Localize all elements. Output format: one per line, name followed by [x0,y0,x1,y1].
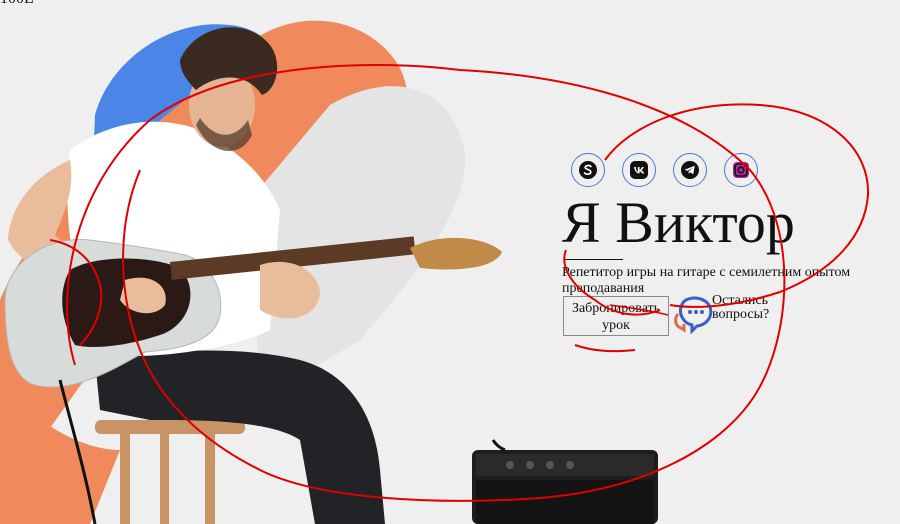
skype-icon [579,161,597,179]
stool [95,420,245,524]
title-divider [565,259,623,260]
telegram-icon [681,161,699,179]
skype-link[interactable] [571,153,605,187]
hero-title: Я Виктор [562,190,795,255]
hero-illustration [0,20,658,524]
instagram-link[interactable] [724,153,758,187]
instagram-icon [733,162,749,178]
telegram-link[interactable] [673,153,707,187]
jeans [95,350,385,524]
questions-link[interactable]: Остались вопросы? [672,294,782,338]
social-links [571,153,758,187]
vk-link[interactable] [622,153,656,187]
chat-bubble-icon [674,296,713,334]
questions-label: Остались вопросы? [712,293,770,322]
book-lesson-button[interactable]: Забронировать урок [563,296,669,336]
amplifier [472,439,658,524]
vk-icon [630,161,648,179]
